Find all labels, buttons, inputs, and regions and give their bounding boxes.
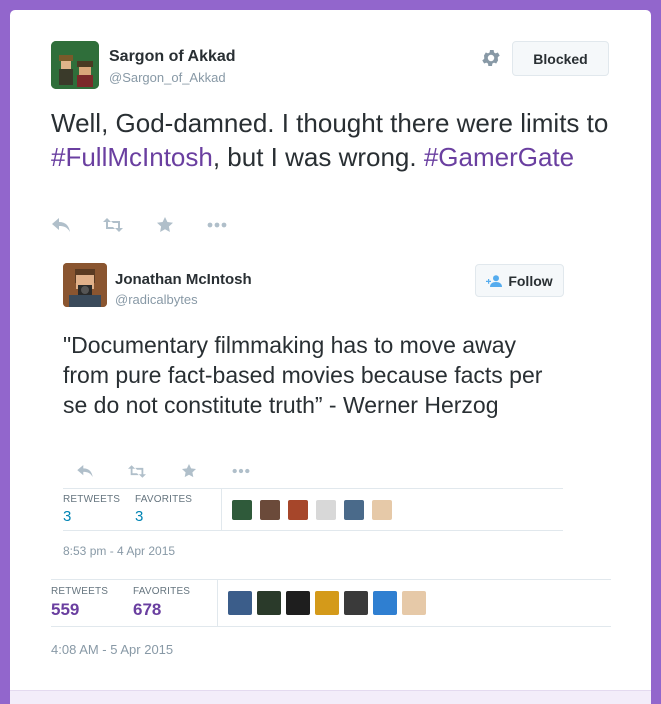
favoriter-avatar[interactable] <box>402 591 426 615</box>
author-handle[interactable]: @Sargon_of_Akkad <box>109 70 226 85</box>
hashtag-link[interactable]: #FullMcIntosh <box>51 142 213 172</box>
quoted-author-avatar[interactable] <box>63 263 107 307</box>
follow-label: Follow <box>508 272 553 289</box>
favoriter-avatar[interactable] <box>228 591 252 615</box>
retweets-count[interactable]: 559 <box>51 600 133 620</box>
follow-button[interactable]: Follow <box>475 264 564 297</box>
quoted-timestamp[interactable]: 8:53 pm - 4 Apr 2015 <box>63 544 175 558</box>
favoriter-avatar[interactable] <box>232 499 252 520</box>
favorites-label: FAVORITES <box>135 494 193 505</box>
tweet-actions <box>51 215 259 235</box>
reply-icon[interactable] <box>51 215 71 235</box>
star-icon[interactable] <box>179 461 199 481</box>
favoriter-avatar[interactable] <box>372 499 392 520</box>
tweet-timestamp[interactable]: 4:08 AM - 5 Apr 2015 <box>51 642 173 657</box>
favoriter-avatar[interactable] <box>257 591 281 615</box>
reply-icon[interactable] <box>75 461 95 481</box>
author-name[interactable]: Sargon of Akkad <box>109 48 236 66</box>
quoted-tweet-actions <box>75 461 283 481</box>
star-icon[interactable] <box>155 215 175 235</box>
retweets-count[interactable]: 3 <box>63 508 135 525</box>
favorites-stat[interactable]: FAVORITES 678 <box>133 580 217 626</box>
hashtag-link[interactable]: #GamerGate <box>424 142 574 172</box>
tweet-text-part: , but I was wrong. <box>212 142 424 172</box>
tweet-text-part: Well, God-damned. I thought there were l… <box>51 108 609 138</box>
retweets-label: RETWEETS <box>51 586 109 597</box>
favoriter-avatar[interactable] <box>344 499 364 520</box>
favoriter-avatar[interactable] <box>315 591 339 615</box>
favoriter-avatar[interactable] <box>316 499 336 520</box>
tweet-stats-bar: RETWEETS 559 FAVORITES 678 <box>51 579 611 627</box>
reply-area <box>10 690 651 704</box>
favoriter-avatar[interactable] <box>288 499 308 520</box>
quoted-retweets-stat[interactable]: RETWEETS 3 <box>63 489 135 530</box>
favoriter-avatar[interactable] <box>373 591 397 615</box>
favorites-label: FAVORITES <box>133 586 191 597</box>
more-icon[interactable] <box>207 215 227 235</box>
quoted-tweet[interactable]: Jonathan McIntosh @radicalbytes Follow "… <box>51 256 581 571</box>
tweet-text: Well, God-damned. I thought there were l… <box>51 106 611 174</box>
favoriter-avatar[interactable] <box>344 591 368 615</box>
favorites-count[interactable]: 678 <box>133 600 217 620</box>
favoriter-avatar[interactable] <box>260 499 280 520</box>
tweet-card: Sargon of Akkad @Sargon_of_Akkad Blocked… <box>10 10 651 690</box>
favorites-count[interactable]: 3 <box>135 508 221 525</box>
favoriters <box>217 580 431 626</box>
retweet-icon[interactable] <box>127 461 147 481</box>
quoted-stats-bar: RETWEETS 3 FAVORITES 3 <box>63 488 563 531</box>
add-user-icon <box>486 274 503 287</box>
quoted-author-handle[interactable]: @radicalbytes <box>115 292 198 307</box>
more-icon[interactable] <box>231 461 251 481</box>
quoted-author-name[interactable]: Jonathan McIntosh <box>115 271 252 288</box>
retweet-icon[interactable] <box>103 215 123 235</box>
favoriter-avatar[interactable] <box>286 591 310 615</box>
blocked-button[interactable]: Blocked <box>512 41 609 76</box>
gear-icon[interactable] <box>480 47 502 69</box>
quoted-favorites-stat[interactable]: FAVORITES 3 <box>135 489 221 530</box>
quoted-tweet-text: "Documentary filmmaking has to move away… <box>63 332 543 418</box>
quoted-favoriters <box>221 489 400 530</box>
retweets-stat[interactable]: RETWEETS 559 <box>51 580 133 626</box>
retweets-label: RETWEETS <box>63 494 121 505</box>
author-avatar[interactable] <box>51 41 99 89</box>
